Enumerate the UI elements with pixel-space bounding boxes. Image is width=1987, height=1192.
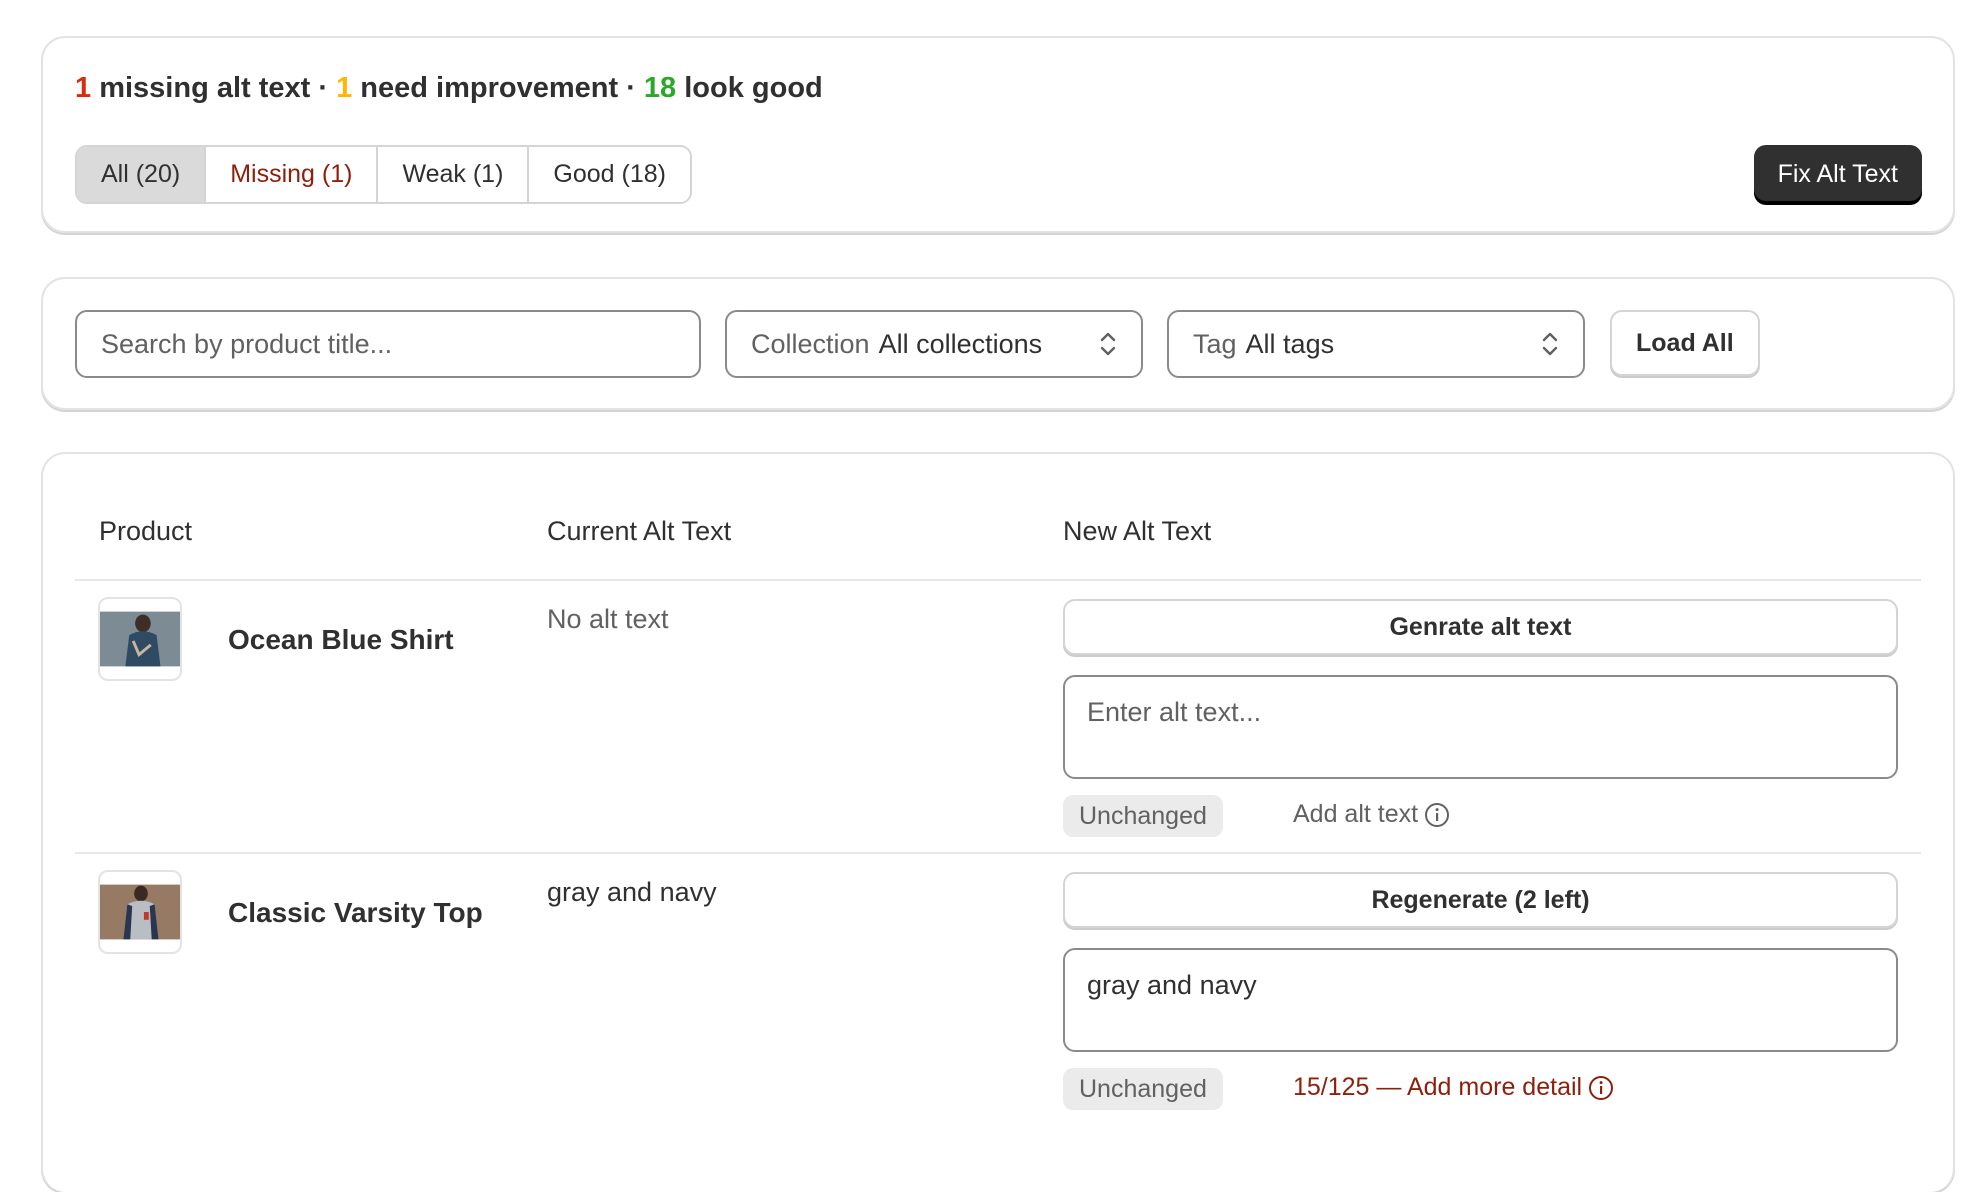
status-badge: Unchanged [1063,1068,1223,1110]
new-alt-text-value: gray and navy [1087,970,1257,1000]
tag-select-label: Tag [1193,328,1237,359]
products-table-card: Product Current Alt Text New Alt Text Oc… [41,452,1955,1192]
weak-count: 1 [336,72,353,104]
column-header-new-alt: New Alt Text [1063,516,1212,546]
tab-all[interactable]: All (20) [77,147,207,202]
collection-select[interactable]: Collection All collections [725,310,1143,378]
collection-select-label: Collection [751,328,870,359]
product-thumbnail[interactable] [98,870,182,954]
header-divider [75,579,1921,581]
load-all-button[interactable]: Load All [1610,310,1760,376]
filters-card: Search by product title... Collection Al… [41,277,1955,410]
select-chevron-icon [1542,332,1558,356]
product-thumbnail[interactable] [98,597,182,681]
alt-text-hint-label: 15/125 — Add more detail [1293,1073,1583,1101]
alt-text-hint-label: Add alt text [1293,800,1419,828]
product-name: Classic Varsity Top [228,897,483,928]
weak-label: need improvement · [352,72,644,104]
info-icon[interactable] [1424,802,1450,828]
new-alt-text-input[interactable]: Enter alt text... [1063,675,1898,779]
summary-card: 1 missing alt text · 1 need improvement … [41,36,1955,233]
row-divider [75,852,1921,854]
info-icon[interactable] [1588,1075,1614,1101]
status-badge: Unchanged [1063,795,1223,837]
missing-count: 1 [75,72,92,104]
current-alt-text: No alt text [547,604,669,634]
generate-alt-text-button[interactable]: Genrate alt text [1063,599,1898,655]
product-image [100,611,180,667]
fix-alt-text-button[interactable]: Fix Alt Text [1753,145,1922,204]
column-header-product: Product [99,516,193,546]
missing-label: missing alt text · [91,72,337,104]
search-placeholder: Search by product title... [101,328,393,359]
current-alt-text: gray and navy [547,877,717,907]
search-input[interactable]: Search by product title... [75,310,701,378]
tag-select[interactable]: Tag All tags [1167,310,1585,378]
tag-select-value: All tags [1245,328,1335,359]
new-alt-text-input[interactable]: gray and navy [1063,948,1898,1052]
product-image [100,884,180,940]
summary-text: 1 missing alt text · 1 need improvement … [75,72,823,105]
good-count: 18 [643,72,677,104]
column-header-current-alt: Current Alt Text [547,516,732,546]
collection-select-value: All collections [878,328,1043,359]
regenerate-alt-text-button[interactable]: Regenerate (2 left) [1063,872,1898,928]
tab-weak[interactable]: Weak (1) [378,147,530,202]
alt-text-hint: 15/125 — Add more detail [1293,1073,1614,1102]
product-name: Ocean Blue Shirt [228,624,454,655]
select-chevron-icon [1100,332,1116,356]
new-alt-text-placeholder: Enter alt text... [1087,697,1262,727]
tab-good[interactable]: Good (18) [529,147,690,202]
good-label: look good [676,72,823,104]
filter-tabs: All (20) Missing (1) Weak (1) Good (18) [75,145,692,204]
alt-text-hint: Add alt text [1293,800,1450,829]
tab-missing[interactable]: Missing (1) [206,147,379,202]
